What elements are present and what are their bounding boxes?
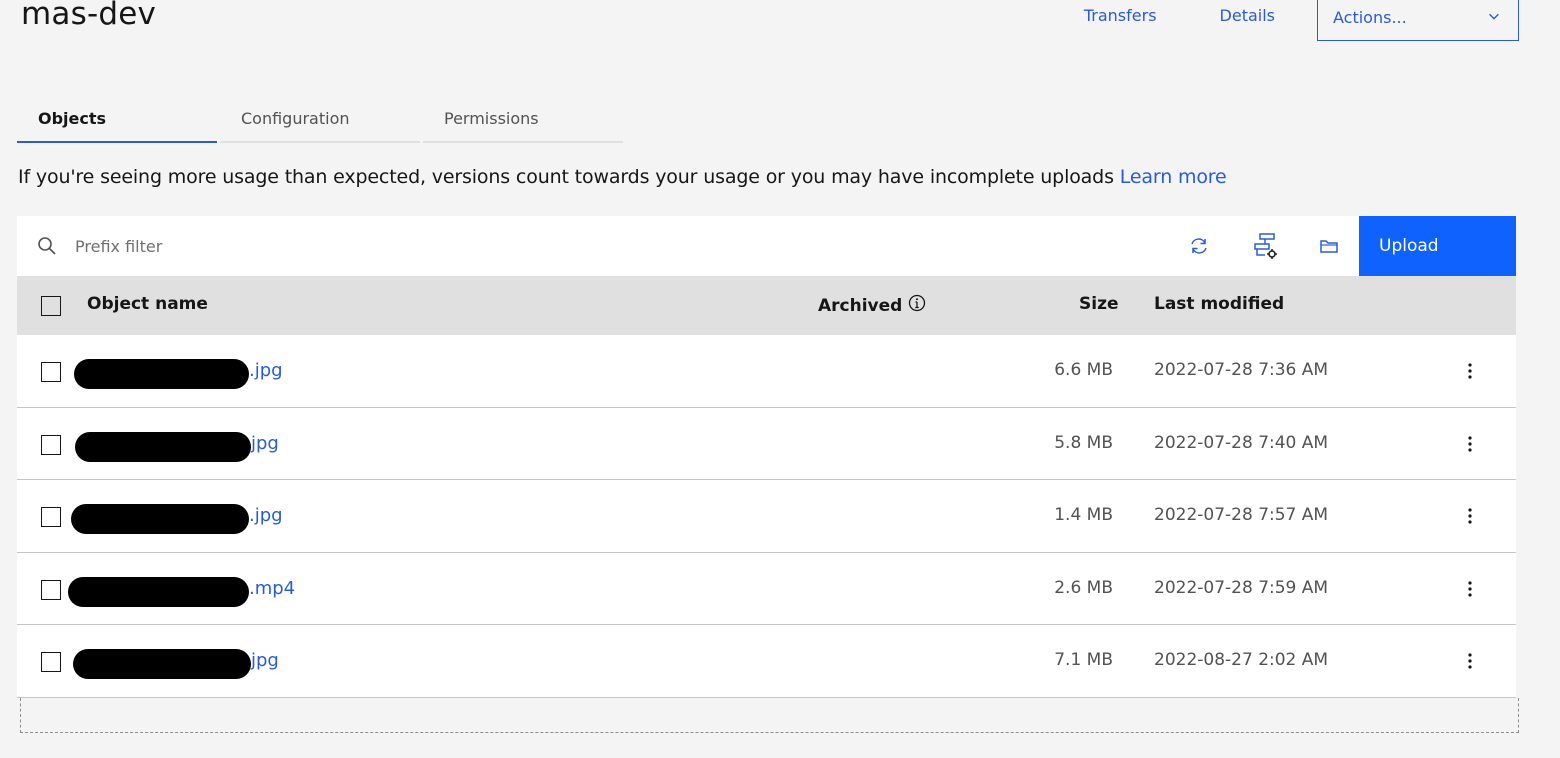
column-header-modified[interactable]: Last modified: [1154, 294, 1284, 314]
row-checkbox[interactable]: [41, 362, 61, 382]
object-modified: 2022-07-28 7:40 AM: [1154, 432, 1329, 453]
row-checkbox[interactable]: [41, 579, 61, 600]
object-modified: 2022-07-28 7:36 AM: [1154, 360, 1329, 380]
folder-icon[interactable]: [1317, 234, 1341, 258]
details-link[interactable]: Details: [1220, 0, 1275, 32]
column-header-archived-label: Archived: [818, 295, 903, 316]
upload-drop-zone[interactable]: [20, 698, 1519, 733]
search-icon: [37, 236, 57, 256]
info-icon[interactable]: [908, 294, 926, 317]
chevron-down-icon: [1487, 8, 1501, 27]
bucket-title: mas-dev: [21, 0, 157, 32]
object-size: 6.6 MB: [1054, 360, 1113, 380]
table-row[interactable]: .mp4 2.6 MB 2022-07-28 7:59 AM: [17, 552, 1516, 625]
redacted-filename: [73, 649, 251, 679]
overflow-menu-icon[interactable]: [1463, 361, 1477, 381]
column-header-name[interactable]: Object name: [87, 294, 208, 314]
tab-permissions[interactable]: Permissions: [423, 102, 623, 143]
redacted-filename: [74, 359, 249, 389]
transfers-link[interactable]: Transfers: [1084, 0, 1157, 32]
table-row[interactable]: jpg 7.1 MB 2022-08-27 2:02 AM: [17, 625, 1516, 698]
object-name-link[interactable]: .jpg: [249, 360, 283, 381]
object-size: 2.6 MB: [1054, 577, 1113, 598]
row-checkbox[interactable]: [41, 434, 61, 455]
column-header-archived: Archived: [818, 294, 926, 317]
overflow-menu-icon[interactable]: [1463, 651, 1477, 671]
upload-button[interactable]: Upload: [1359, 216, 1516, 276]
header-actions: Transfers Details Actions...: [1084, 0, 1519, 41]
tab-list: Objects Configuration Permissions: [17, 102, 626, 143]
tab-configuration[interactable]: Configuration: [220, 102, 420, 143]
transfer-settings-icon[interactable]: [1252, 232, 1280, 260]
table-row[interactable]: .jpg 1.4 MB 2022-07-28 7:57 AM: [17, 480, 1516, 553]
object-name-link[interactable]: jpg: [251, 650, 279, 671]
redacted-filename: [68, 576, 249, 607]
tab-objects[interactable]: Objects: [17, 102, 217, 143]
prefix-filter-input[interactable]: [75, 228, 675, 264]
learn-more-link[interactable]: Learn more: [1120, 166, 1227, 188]
table-row[interactable]: .jpg 6.6 MB 2022-07-28 7:36 AM: [17, 335, 1516, 408]
row-checkbox[interactable]: [41, 652, 61, 672]
usage-notice-text: If you're seeing more usage than expecte…: [18, 166, 1114, 188]
overflow-menu-icon[interactable]: [1463, 434, 1477, 454]
usage-notice: If you're seeing more usage than expecte…: [18, 166, 1227, 188]
object-size: 7.1 MB: [1054, 650, 1113, 670]
select-all-checkbox[interactable]: [41, 296, 61, 316]
objects-table: Object name Archived Size Last modified …: [17, 276, 1516, 698]
redacted-filename: [71, 504, 249, 534]
object-modified: 2022-08-27 2:02 AM: [1154, 650, 1329, 670]
refresh-icon[interactable]: [1187, 234, 1211, 258]
object-size: 5.8 MB: [1054, 432, 1113, 453]
overflow-menu-icon[interactable]: [1463, 579, 1477, 599]
object-modified: 2022-07-28 7:57 AM: [1154, 505, 1329, 525]
object-name-link[interactable]: .jpg: [249, 505, 283, 526]
actions-dropdown-label: Actions...: [1333, 7, 1407, 27]
table-row[interactable]: jpg 5.8 MB 2022-07-28 7:40 AM: [17, 407, 1516, 480]
column-header-size[interactable]: Size: [1079, 294, 1119, 314]
object-name-link[interactable]: jpg: [251, 433, 279, 454]
object-size: 1.4 MB: [1054, 505, 1113, 525]
redacted-filename: [75, 431, 251, 462]
table-header: Object name Archived Size Last modified: [17, 276, 1516, 335]
actions-dropdown[interactable]: Actions...: [1317, 0, 1519, 41]
object-modified: 2022-07-28 7:59 AM: [1154, 577, 1329, 598]
object-name-link[interactable]: .mp4: [249, 578, 295, 599]
row-checkbox[interactable]: [41, 507, 61, 527]
overflow-menu-icon[interactable]: [1463, 506, 1477, 526]
objects-toolbar: Upload: [17, 216, 1516, 276]
